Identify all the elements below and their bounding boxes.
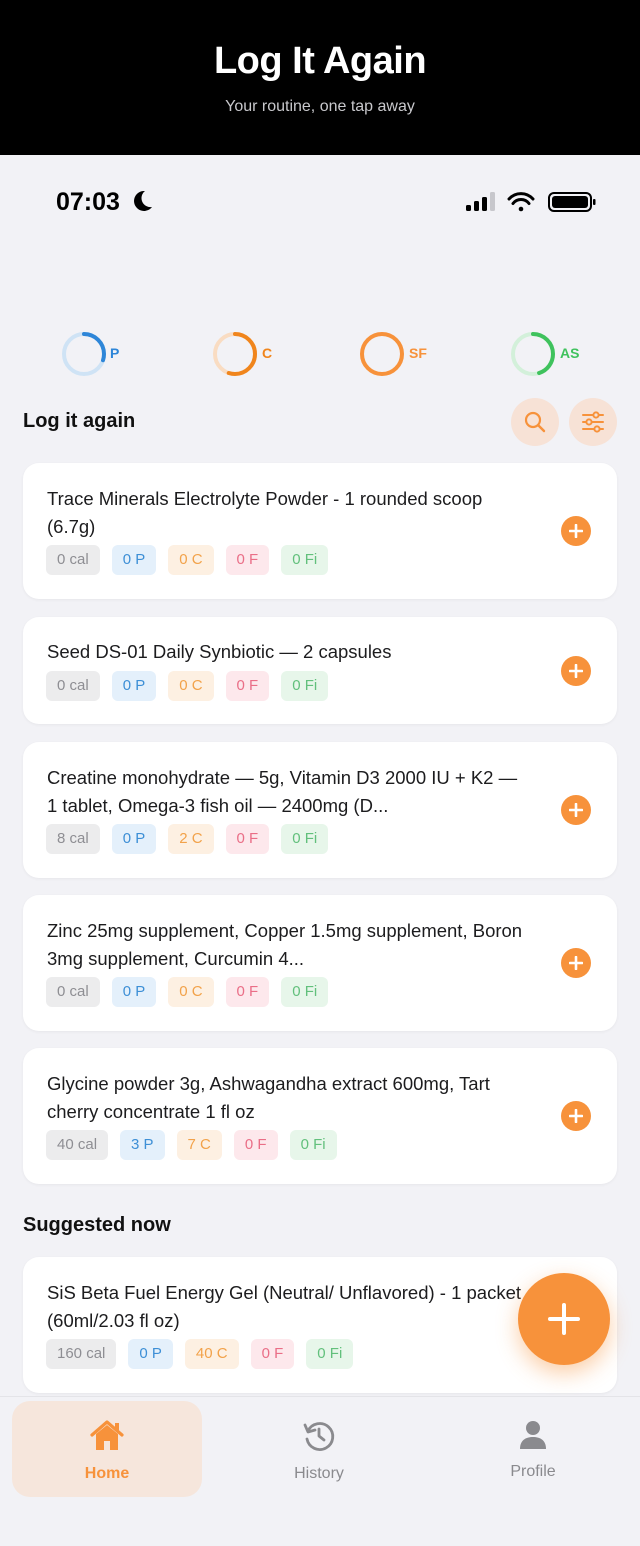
fiber-chip: 0 Fi xyxy=(281,977,329,1007)
add-button[interactable] xyxy=(561,948,591,978)
ring-sf-label: SF xyxy=(409,345,427,361)
plus-icon xyxy=(569,956,583,970)
profile-icon xyxy=(520,1421,546,1449)
protein-chip: 0 P xyxy=(128,1339,173,1369)
ring-protein-icon xyxy=(62,332,106,376)
hero-banner: Log It Again Your routine, one tap away xyxy=(0,0,640,155)
ring-as-label: AS xyxy=(560,345,580,361)
cellular-icon xyxy=(466,192,495,211)
ring-protein-label: P xyxy=(110,345,120,361)
battery-icon xyxy=(548,192,596,212)
ring-sf[interactable]: SF xyxy=(359,328,439,378)
calories-chip: 0 cal xyxy=(46,977,100,1007)
carbs-chip: 0 C xyxy=(168,671,214,701)
plus-icon xyxy=(569,664,583,678)
fat-chip: 0 F xyxy=(250,1339,295,1369)
card-title: Zinc 25mg supplement, Copper 1.5mg suppl… xyxy=(47,920,523,969)
status-icons xyxy=(466,192,596,212)
ring-carbs-icon xyxy=(213,332,257,376)
history-icon xyxy=(303,1422,335,1451)
ring-protein[interactable]: P xyxy=(61,328,141,378)
macro-chips: 160 cal 0 P 40 C 0 F 0 Fi xyxy=(46,1339,354,1369)
card-title: Seed DS-01 Daily Synbiotic — 2 capsules xyxy=(47,641,392,662)
sliders-icon xyxy=(582,411,604,433)
hero-title: Log It Again xyxy=(213,40,427,82)
calories-chip: 8 cal xyxy=(46,824,100,854)
fat-chip: 0 F xyxy=(225,977,270,1007)
status-bar: 07:03 xyxy=(0,155,640,250)
hero-subtitle: Your routine, one tap away xyxy=(225,98,415,115)
add-button[interactable] xyxy=(561,795,591,825)
tab-home[interactable]: Home xyxy=(12,1401,202,1497)
search-button[interactable] xyxy=(511,398,559,446)
carbs-chip: 40 C xyxy=(184,1339,239,1369)
log-card[interactable]: Glycine powder 3g, Ashwagandha extract 6… xyxy=(23,1048,617,1184)
plus-icon xyxy=(548,1303,580,1335)
card-title: SiS Beta Fuel Energy Gel (Neutral/ Unfla… xyxy=(47,1282,522,1331)
tab-label: Home xyxy=(84,1465,130,1482)
fiber-chip: 0 Fi xyxy=(289,1130,337,1160)
card-title: Creatine monohydrate — 5g, Vitamin D3 20… xyxy=(47,767,518,816)
card-title: Glycine powder 3g, Ashwagandha extract 6… xyxy=(47,1073,490,1122)
log-card[interactable]: Zinc 25mg supplement, Copper 1.5mg suppl… xyxy=(23,895,617,1031)
wifi-icon xyxy=(507,192,535,212)
fiber-chip: 0 Fi xyxy=(281,671,329,701)
macro-chips: 0 cal 0 P 0 C 0 F 0 Fi xyxy=(46,545,329,575)
ring-carbs-label: C xyxy=(262,345,273,361)
new-entry-fab[interactable] xyxy=(518,1273,610,1365)
tab-profile[interactable]: Profile xyxy=(438,1401,628,1497)
protein-chip: 0 P xyxy=(111,977,157,1007)
protein-chip: 0 P xyxy=(111,545,157,575)
card-title: Trace Minerals Electrolyte Powder - 1 ro… xyxy=(47,488,483,537)
macro-chips: 0 cal 0 P 0 C 0 F 0 Fi xyxy=(46,671,329,701)
filter-button[interactable] xyxy=(569,398,617,446)
fat-chip: 0 F xyxy=(225,824,270,854)
calories-chip: 40 cal xyxy=(46,1130,109,1160)
fat-chip: 0 F xyxy=(225,671,270,701)
log-section-title: Log it again xyxy=(23,410,136,432)
carbs-chip: 7 C xyxy=(176,1130,222,1160)
log-card[interactable]: Trace Minerals Electrolyte Powder - 1 ro… xyxy=(23,463,617,599)
plus-icon xyxy=(569,1109,583,1123)
fiber-chip: 0 Fi xyxy=(306,1339,354,1369)
protein-chip: 3 P xyxy=(120,1130,165,1160)
calories-chip: 160 cal xyxy=(46,1339,117,1369)
nutrient-rings: P C SF AS xyxy=(0,328,640,378)
search-icon xyxy=(524,411,546,433)
ring-as-icon xyxy=(511,332,555,376)
add-button[interactable] xyxy=(561,1101,591,1131)
tab-label: Profile xyxy=(510,1463,556,1480)
fiber-chip: 0 Fi xyxy=(281,824,329,854)
log-card[interactable]: Seed DS-01 Daily Synbiotic — 2 capsules … xyxy=(23,617,617,724)
macro-chips: 8 cal 0 P 2 C 0 F 0 Fi xyxy=(46,824,329,854)
add-button[interactable] xyxy=(561,516,591,546)
calories-chip: 0 cal xyxy=(46,545,100,575)
fiber-chip: 0 Fi xyxy=(281,545,329,575)
moon-icon xyxy=(134,190,152,211)
carbs-chip: 0 C xyxy=(168,977,214,1007)
fat-chip: 0 F xyxy=(225,545,270,575)
add-button[interactable] xyxy=(561,656,591,686)
tab-bar: Home History Profile xyxy=(0,1396,640,1546)
fat-chip: 0 F xyxy=(233,1130,278,1160)
ring-sf-icon xyxy=(360,332,404,376)
tab-history[interactable]: History xyxy=(224,1401,414,1497)
carbs-chip: 2 C xyxy=(168,824,214,854)
log-card[interactable]: Creatine monohydrate — 5g, Vitamin D3 20… xyxy=(23,742,617,878)
ring-carbs[interactable]: C xyxy=(212,328,292,378)
protein-chip: 0 P xyxy=(111,824,157,854)
plus-icon xyxy=(569,803,583,817)
suggested-section-title: Suggested now xyxy=(23,1214,171,1236)
calories-chip: 0 cal xyxy=(46,671,100,701)
plus-icon xyxy=(569,524,583,538)
protein-chip: 0 P xyxy=(111,671,157,701)
macro-chips: 0 cal 0 P 0 C 0 F 0 Fi xyxy=(46,977,329,1007)
tab-label: History xyxy=(294,1465,344,1482)
carbs-chip: 0 C xyxy=(168,545,214,575)
home-icon xyxy=(90,1420,124,1450)
status-time: 07:03 xyxy=(56,188,120,216)
ring-as[interactable]: AS xyxy=(510,328,590,378)
macro-chips: 40 cal 3 P 7 C 0 F 0 Fi xyxy=(46,1130,337,1160)
